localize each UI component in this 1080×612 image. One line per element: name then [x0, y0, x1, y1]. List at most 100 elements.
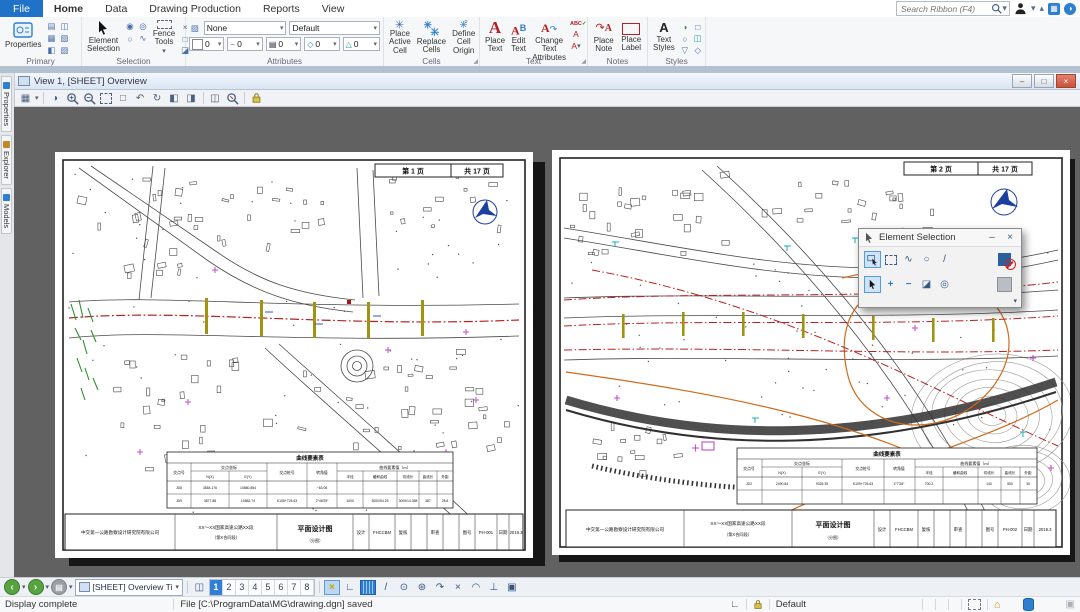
selection-set-icon[interactable]: ▣ [1066, 599, 1075, 610]
select-by-shape-icon[interactable]: ◎ [137, 21, 149, 32]
active-line-style-dropdown[interactable]: − 0 ▾ [227, 37, 262, 51]
new-selection-mode-button[interactable] [864, 276, 881, 293]
snap-multi-point-icon[interactable]: ▣ [504, 580, 520, 595]
active-file-button[interactable]: ▤ [51, 579, 67, 595]
fence-mode-icon[interactable] [968, 599, 981, 610]
select-shape-button[interactable]: ∿ [900, 251, 917, 268]
properties-button[interactable]: Properties [3, 19, 43, 56]
active-file-dropdown[interactable]: ▾ [69, 583, 73, 591]
database-icon[interactable] [1023, 598, 1034, 611]
references-icon[interactable]: ◫ [58, 21, 70, 32]
window-area-icon[interactable] [99, 91, 114, 105]
select-previous-icon[interactable]: ∿ [137, 33, 149, 44]
dock-tab-models[interactable]: Models [1, 188, 12, 234]
replace-cells-button[interactable]: Replace Cells [415, 19, 448, 56]
select-line-button[interactable]: / [936, 251, 953, 268]
place-label-button[interactable]: Place Label [619, 19, 645, 56]
locks-icon[interactable] [753, 599, 763, 610]
place-active-cell-button[interactable]: Place Active Cell [387, 19, 413, 56]
view-toggle-1[interactable]: 1 [210, 580, 223, 595]
multiline-styles-icon[interactable]: ◫ [692, 33, 704, 44]
dialog-minimize-button[interactable]: – [985, 232, 999, 244]
view-toggle-3[interactable]: 3 [236, 580, 249, 595]
zoom-in-icon[interactable] [65, 91, 80, 105]
view-next-icon[interactable]: ◨ [184, 91, 199, 105]
user-icon[interactable] [1014, 2, 1027, 15]
active-line-weight-dropdown[interactable]: ▤ 0 ▾ [266, 37, 301, 51]
rotate-view-icon[interactable]: ↶ [133, 91, 148, 105]
view-close-button[interactable]: × [1056, 74, 1076, 88]
view-forward-button[interactable]: › [28, 579, 44, 595]
view-toggle-8[interactable]: 8 [301, 580, 314, 595]
view-display-style-icon[interactable]: ▦ [18, 91, 33, 105]
text-styles-button[interactable]: A Text Styles [651, 19, 677, 56]
tab-file[interactable]: File [0, 0, 43, 17]
change-text-attributes-button[interactable]: A↷ Change Text Attributes [530, 19, 568, 56]
more-text-tools-icon[interactable]: A▾ [570, 40, 582, 51]
snap-tangent-icon[interactable]: ◠ [468, 580, 484, 595]
sheet-1[interactable]: 第 1 页 共 17 页 [55, 152, 533, 558]
active-level-dropdown[interactable]: Default ▾ [289, 21, 380, 35]
select-all-button[interactable] [992, 274, 1016, 295]
view-window-title-bar[interactable]: View 1, [SHEET] Overview – □ × [14, 73, 1080, 90]
clear-view-icon[interactable] [225, 91, 240, 105]
dock-tab-properties[interactable]: Properties [1, 76, 12, 132]
default-snap-home-icon[interactable]: ⌂ [994, 599, 1001, 611]
view-restore-button[interactable]: □ [1034, 74, 1054, 88]
tab-home[interactable]: Home [43, 0, 94, 17]
search-input[interactable] [899, 3, 991, 15]
dialog-close-button[interactable]: × [1003, 232, 1017, 244]
view-back-button[interactable]: ‹ [4, 579, 20, 595]
snap-bisector-icon[interactable]: ↷ [432, 580, 448, 595]
cells-dialog-launcher[interactable]: ◢ [473, 58, 478, 65]
snap-midpoint-icon[interactable]: / [378, 580, 394, 595]
view-minimize-button[interactable]: – [1012, 74, 1032, 88]
view-toggle-2[interactable]: 2 [223, 580, 236, 595]
snap-nearest-icon[interactable]: ∟ [342, 580, 358, 595]
sheet-2[interactable]: 第 2 页 共 17 页 [552, 150, 1070, 555]
fence-tools-button[interactable]: Fence Tools ▾ [151, 19, 177, 56]
place-note-button[interactable]: ↷A Place Note [591, 19, 617, 56]
disable-handles-button[interactable] [992, 249, 1016, 270]
tab-data[interactable]: Data [94, 0, 138, 17]
select-block-button[interactable] [882, 251, 899, 268]
dialog-expand-icon[interactable]: ▾ [1013, 298, 1017, 305]
active-color-dropdown[interactable]: 0 ▾ [189, 37, 224, 51]
snap-intersection-icon[interactable]: × [450, 580, 466, 595]
clear-selection-mode-button[interactable]: ◎ [936, 276, 953, 293]
copy-view-icon[interactable]: ◫ [208, 91, 223, 105]
tab-drawing-production[interactable]: Drawing Production [138, 0, 252, 17]
view-forward-dropdown[interactable]: ▾ [46, 583, 50, 591]
add-selection-mode-button[interactable]: + [882, 276, 899, 293]
define-cell-origin-button[interactable]: Define Cell Origin [450, 19, 477, 56]
connect-center-icon[interactable]: ▦ [1048, 3, 1060, 15]
snap-perpendicular-icon[interactable]: ⊥ [486, 580, 502, 595]
snap-center-icon[interactable]: ⊙ [396, 580, 412, 595]
select-circle-button[interactable]: ○ [918, 251, 935, 268]
ribbon-search-box[interactable]: ▾ [896, 1, 1010, 16]
subtract-selection-mode-button[interactable]: − [900, 276, 917, 293]
text-dialog-launcher[interactable]: ◢ [581, 58, 586, 65]
view-toggle-6[interactable]: 6 [275, 580, 288, 595]
detailing-styles-icon[interactable]: ▽ [679, 45, 691, 56]
annotation-styles-icon[interactable]: ◇ [692, 45, 704, 56]
view-back-dropdown[interactable]: ▾ [22, 583, 26, 591]
level-display-icon[interactable]: ▧ [58, 33, 70, 44]
tab-view[interactable]: View [311, 0, 356, 17]
pan-view-icon[interactable]: ↻ [150, 91, 165, 105]
active-level-indicator[interactable]: Default [776, 599, 806, 610]
collapse-ribbon-icon[interactable]: ▴ [1039, 4, 1044, 13]
active-transparency-dropdown[interactable]: △ 0 ▾ [343, 37, 380, 51]
line-styles-icon[interactable]: ○ [679, 33, 691, 44]
dimension-styles-icon[interactable]: ◑ [679, 21, 691, 32]
explorer-icon[interactable]: ▤ [45, 21, 57, 32]
level-manager-icon[interactable]: ◧ [45, 45, 57, 56]
element-selection-dialog-titlebar[interactable]: Element Selection – × [859, 229, 1021, 247]
saved-views-icon[interactable]: ▨ [58, 45, 70, 56]
view-toggle-7[interactable]: 7 [288, 580, 301, 595]
invert-selection-mode-button[interactable]: ◪ [918, 276, 935, 293]
fit-view-icon[interactable]: □ [116, 91, 131, 105]
edit-text-button[interactable]: AB Edit Text [509, 19, 528, 56]
snap-keypoint-icon[interactable] [360, 580, 376, 595]
active-template-dropdown[interactable]: None ▾ [204, 21, 287, 35]
